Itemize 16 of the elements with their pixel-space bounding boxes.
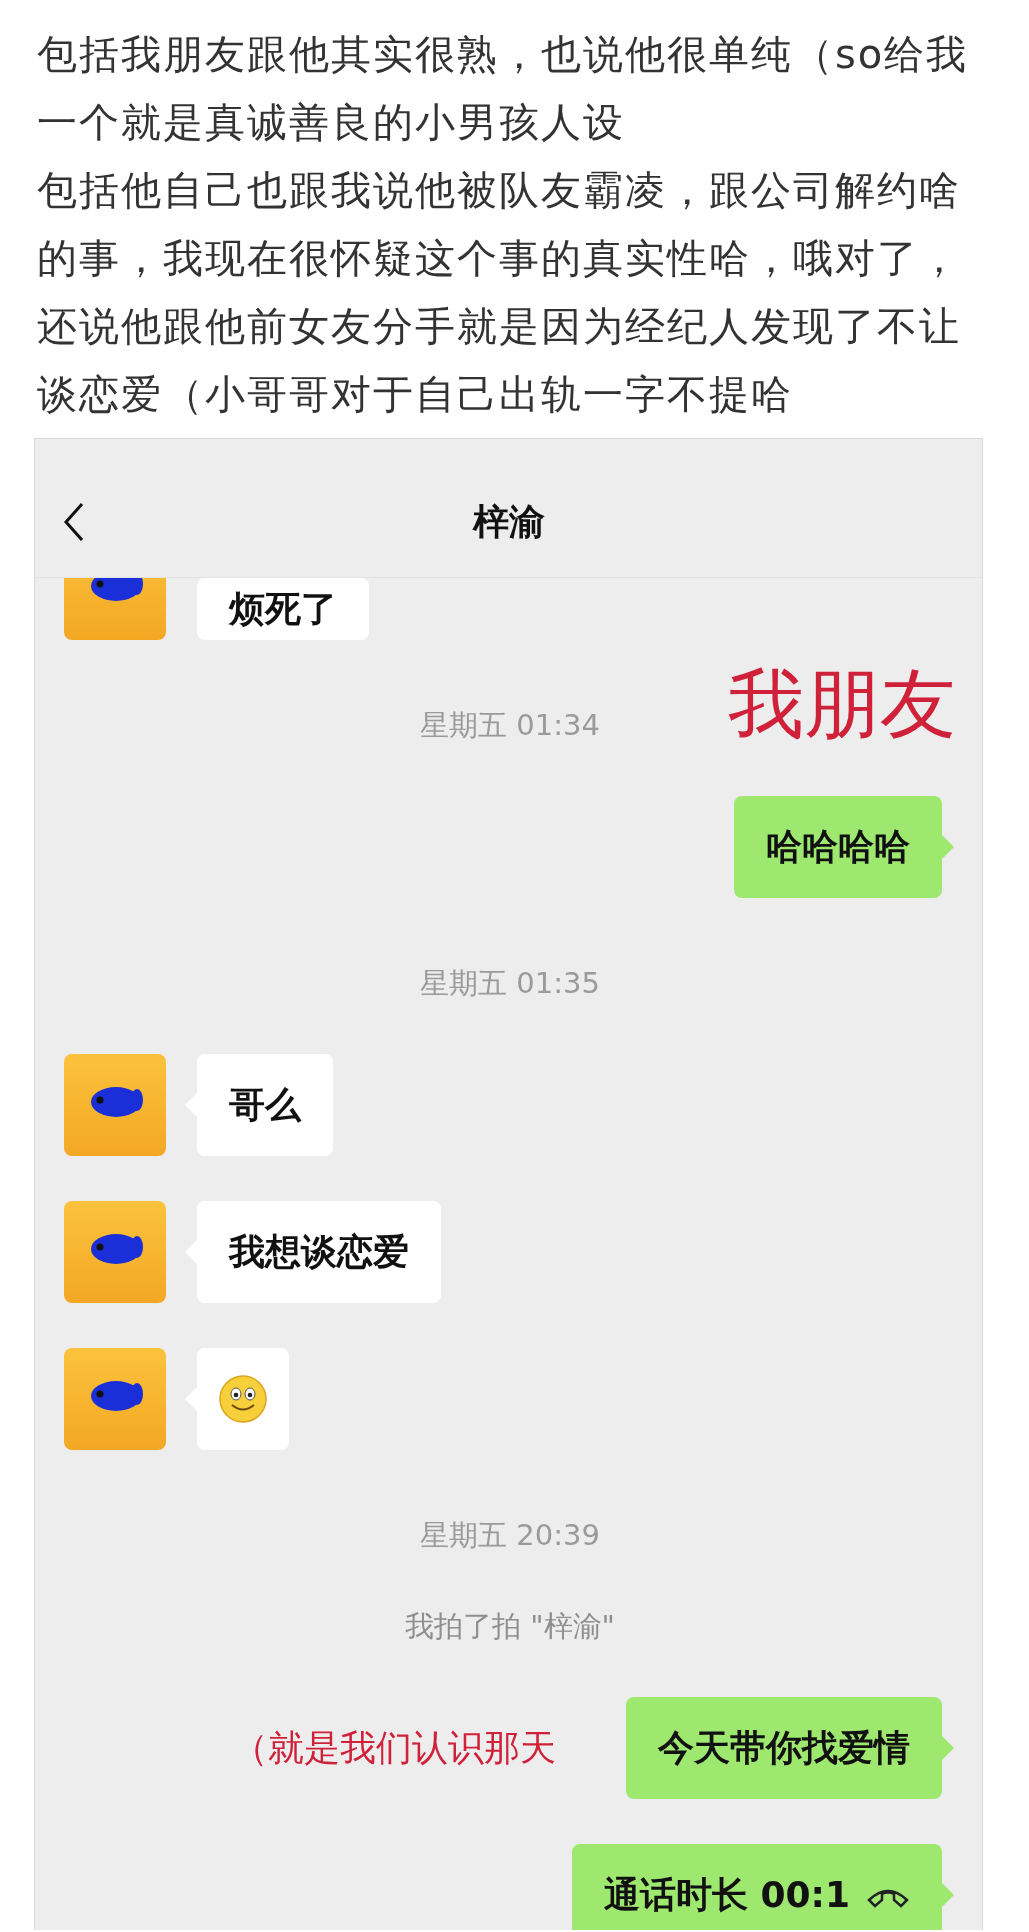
timestamp: 星期五 01:35 — [420, 967, 600, 1000]
annotation-text: （就是我们认识那天 — [232, 1725, 556, 1770]
post-paragraph: 包括我朋友跟他其实很熟，也说他很单纯（so给我一个就是真诚善良的小男孩人设 — [37, 30, 970, 147]
avatar[interactable] — [64, 1200, 166, 1303]
timestamp: 星期五 01:34 — [420, 710, 600, 742]
system-message: 我拍了拍 "梓渝" — [405, 1610, 615, 1643]
post-paragraph: 包括他自己也跟我说他被队友霸凌，跟公司解约啥的事，我现在很怀疑这个事的真实性哈，哦对了，还说他跟他前女友分手就是因为经纪人发现了不让谈恋爱（小哥哥对于自己出轨一字不提哈 — [37, 166, 962, 419]
timestamp: 星期五 20:39 — [420, 1519, 600, 1552]
smiley-icon — [218, 1373, 268, 1424]
chat-title: 梓渝 — [471, 500, 546, 544]
avatar[interactable] — [64, 1347, 166, 1450]
annotation-text: 我朋友 — [728, 666, 956, 742]
avatar[interactable] — [64, 578, 166, 640]
message-text: 通话时长 00:1 — [603, 1872, 850, 1917]
back-icon[interactable] — [63, 502, 85, 542]
avatar[interactable] — [64, 1053, 166, 1156]
